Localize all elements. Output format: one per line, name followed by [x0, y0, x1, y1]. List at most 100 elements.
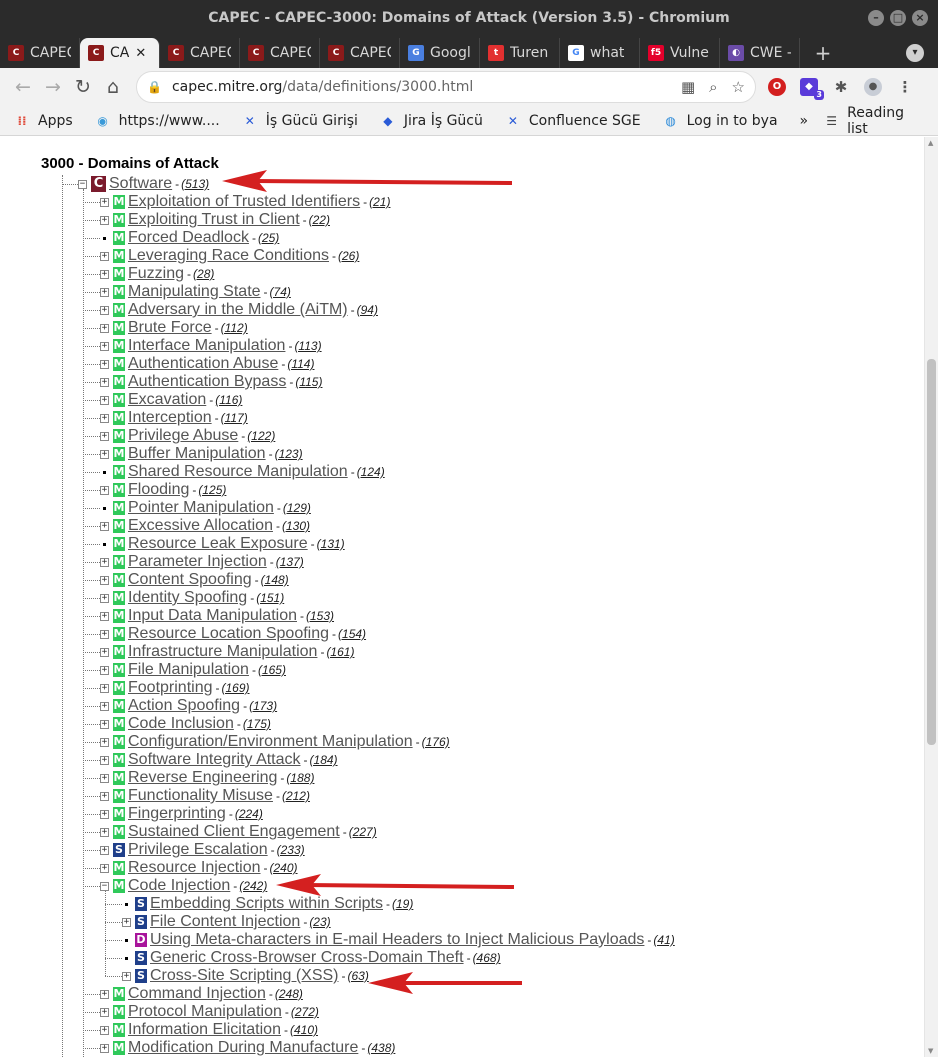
- tree-item-id[interactable]: (74): [270, 285, 291, 299]
- tree-item-id[interactable]: (116): [215, 393, 242, 407]
- tree-item-link[interactable]: Infrastructure Manipulation: [128, 643, 317, 661]
- scroll-up-icon[interactable]: ▲: [928, 139, 933, 147]
- tree-item-id[interactable]: (25): [258, 231, 279, 245]
- tree-item-id[interactable]: (227): [349, 825, 377, 839]
- tree-item-id[interactable]: (115): [295, 375, 322, 389]
- tree-item-id[interactable]: (22): [309, 213, 330, 227]
- tree-row[interactable]: + M Authentication Abuse - (114): [100, 355, 314, 373]
- tree-item-link[interactable]: Shared Resource Manipulation: [128, 463, 348, 481]
- expand-icon[interactable]: +: [100, 1043, 109, 1053]
- tree-row[interactable]: + M Sustained Client Engagement - (227): [100, 823, 377, 841]
- tree-root-software[interactable]: − C Software - (513): [78, 175, 209, 193]
- tree-row[interactable]: − M Code Injection - (242): [100, 877, 267, 895]
- tree-item-id[interactable]: (125): [198, 483, 226, 497]
- tree-row[interactable]: D Using Meta-characters in E-mail Headers…: [122, 931, 675, 949]
- tree-item-id[interactable]: (114): [287, 357, 314, 371]
- tree-row[interactable]: + M Action Spoofing - (173): [100, 697, 277, 715]
- tree-item-id[interactable]: (248): [275, 987, 303, 1001]
- tab-2[interactable]: C CAPEC: [160, 38, 240, 68]
- tree-row[interactable]: + M Footprinting - (169): [100, 679, 250, 697]
- expand-icon[interactable]: +: [100, 665, 109, 675]
- tree-item-link[interactable]: Resource Injection: [128, 859, 261, 877]
- tree-item-link[interactable]: File Content Injection: [150, 913, 300, 931]
- tree-row[interactable]: + S File Content Injection - (23): [122, 913, 331, 931]
- tree-row[interactable]: S Embedding Scripts within Scripts - (19): [122, 895, 413, 913]
- tree-row[interactable]: + M Configuration/Environment Manipulation…: [100, 733, 450, 751]
- opera-extension-icon[interactable]: O: [768, 78, 786, 96]
- tree-row[interactable]: + M File Manipulation - (165): [100, 661, 286, 679]
- tree-item-id[interactable]: (23): [309, 915, 330, 929]
- menu-kebab-icon[interactable]: ⋮: [896, 78, 914, 96]
- scroll-thumb[interactable]: [927, 359, 936, 745]
- expand-icon[interactable]: +: [100, 197, 109, 207]
- expand-icon[interactable]: +: [100, 791, 109, 801]
- expand-icon[interactable]: +: [100, 1025, 109, 1035]
- puzzle-extensions-icon[interactable]: ✱: [832, 78, 850, 96]
- tree-row[interactable]: M Pointer Manipulation - (129): [100, 499, 311, 517]
- tree-row[interactable]: + S Cross-Site Scripting (XSS) - (63): [122, 967, 369, 985]
- tree-item-link[interactable]: Functionality Misuse: [128, 787, 273, 805]
- tree-item-id[interactable]: (224): [235, 807, 263, 821]
- tree-item-id[interactable]: (212): [282, 789, 310, 803]
- scroll-down-icon[interactable]: ▼: [928, 1047, 933, 1055]
- tree-row[interactable]: + M Information Elicitation - (410): [100, 1021, 318, 1039]
- expand-icon[interactable]: +: [100, 719, 109, 729]
- expand-icon[interactable]: +: [100, 1007, 109, 1017]
- expand-icon[interactable]: +: [100, 737, 109, 747]
- tree-item-id[interactable]: (131): [317, 537, 345, 551]
- tree-item-id[interactable]: (129): [283, 501, 311, 515]
- tree-item-link[interactable]: Forced Deadlock: [128, 229, 249, 247]
- profile-avatar-icon[interactable]: ●: [864, 78, 882, 96]
- tree-item-link[interactable]: Interception: [128, 409, 212, 427]
- tree-item-id[interactable]: (63): [348, 969, 369, 983]
- tab-6[interactable]: t Turen: [480, 38, 560, 68]
- minimize-icon[interactable]: –: [868, 10, 884, 26]
- tree-item-link[interactable]: Generic Cross-Browser Cross-Domain Theft: [150, 949, 464, 967]
- expand-icon[interactable]: +: [100, 629, 109, 639]
- expand-icon[interactable]: +: [100, 305, 109, 315]
- tree-item-id[interactable]: (438): [367, 1041, 395, 1055]
- tree-row[interactable]: M Resource Leak Exposure - (131): [100, 535, 345, 553]
- tree-item-id[interactable]: (113): [294, 339, 321, 353]
- expand-icon[interactable]: +: [100, 593, 109, 603]
- tab-5[interactable]: G Googl: [400, 38, 480, 68]
- tree-item-link[interactable]: File Manipulation: [128, 661, 249, 679]
- tree-item-link[interactable]: Fingerprinting: [128, 805, 226, 823]
- tree-row[interactable]: + M Brute Force - (112): [100, 319, 248, 337]
- tree-item-link[interactable]: Sustained Client Engagement: [128, 823, 340, 841]
- bookmark-1[interactable]: ◉ https://www....: [95, 113, 219, 129]
- expand-icon[interactable]: +: [100, 845, 109, 855]
- tree-item-link[interactable]: Action Spoofing: [128, 697, 240, 715]
- expand-icon[interactable]: +: [100, 701, 109, 711]
- tab-7[interactable]: Gwhat: [560, 38, 640, 68]
- tree-item-id[interactable]: (124): [357, 465, 385, 479]
- tree-item-id[interactable]: (19): [392, 897, 413, 911]
- expand-icon[interactable]: +: [100, 557, 109, 567]
- tree-row[interactable]: M Forced Deadlock - (25): [100, 229, 279, 247]
- tree-item-link[interactable]: Content Spoofing: [128, 571, 252, 589]
- tree-item-id[interactable]: (513): [181, 177, 209, 191]
- tree-item-link[interactable]: Code Inclusion: [128, 715, 234, 733]
- back-icon[interactable]: ←: [8, 72, 38, 102]
- tab-search-icon[interactable]: ▾: [906, 44, 924, 62]
- tree-item-id[interactable]: (169): [222, 681, 250, 695]
- tab-9[interactable]: ◐ CWE -: [720, 38, 800, 68]
- collapse-icon[interactable]: −: [100, 881, 109, 891]
- forward-icon[interactable]: →: [38, 72, 68, 102]
- tree-item-link[interactable]: Exploiting Trust in Client: [128, 211, 300, 229]
- tree-item-link[interactable]: Identity Spoofing: [128, 589, 247, 607]
- expand-icon[interactable]: +: [122, 971, 131, 981]
- maximize-icon[interactable]: □: [890, 10, 906, 26]
- tree-row[interactable]: + M Privilege Abuse - (122): [100, 427, 275, 445]
- expand-icon[interactable]: +: [100, 395, 109, 405]
- expand-icon[interactable]: +: [100, 359, 109, 369]
- bookmark-3[interactable]: ◆ Jira İş Gücü: [380, 113, 483, 129]
- tree-item-id[interactable]: (123): [275, 447, 303, 461]
- tree-item-link[interactable]: Authentication Bypass: [128, 373, 286, 391]
- expand-icon[interactable]: +: [100, 755, 109, 765]
- tree-row[interactable]: + M Excavation - (116): [100, 391, 242, 409]
- tree-row[interactable]: + M Manipulating State - (74): [100, 283, 291, 301]
- tree-item-link[interactable]: Configuration/Environment Manipulation: [128, 733, 413, 751]
- tree-row[interactable]: + M Protocol Manipulation - (272): [100, 1003, 319, 1021]
- tree-item-link[interactable]: Embedding Scripts within Scripts: [150, 895, 383, 913]
